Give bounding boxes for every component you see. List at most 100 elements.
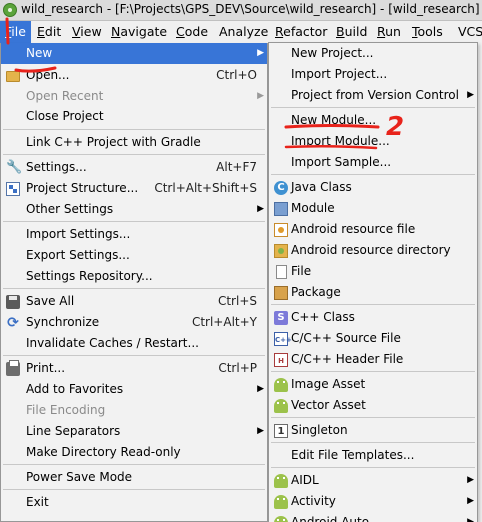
menu-separator	[3, 489, 265, 490]
submenu-arrow-icon: ▶	[467, 90, 474, 100]
file-menu-project-structure[interactable]: Project Structure... Ctrl+Alt+Shift+S	[1, 178, 267, 199]
menu-separator	[271, 442, 475, 443]
file-menu-settings-repository[interactable]: Settings Repository...	[1, 266, 267, 287]
file-menu-power-save[interactable]: Power Save Mode	[1, 467, 267, 488]
file-menu-invalidate-caches[interactable]: Invalidate Caches / Restart...	[1, 333, 267, 354]
file-menu-close-project[interactable]: Close Project	[1, 106, 267, 127]
menu-view[interactable]: View	[67, 21, 107, 43]
menu-bar: File Edit View Navigate Code Analyze Ref…	[0, 21, 482, 43]
file-menu-file-encoding[interactable]: File Encoding	[1, 400, 267, 421]
menu-tools[interactable]: Tools	[407, 21, 448, 43]
file-menu: New ▶ Open... Ctrl+O Open Recent ▶ Close…	[0, 43, 268, 522]
android-resource-file-item[interactable]: Android resource file	[269, 219, 477, 240]
menu-build[interactable]: Build	[331, 21, 372, 43]
menu-separator	[3, 288, 265, 289]
menu-run[interactable]: Run	[372, 21, 406, 43]
image-asset-item[interactable]: Image Asset	[269, 374, 477, 395]
submenu-arrow-icon: ▶	[467, 517, 474, 522]
menu-file[interactable]: File	[0, 21, 31, 43]
file-menu-add-to-favorites[interactable]: Add to Favorites ▶	[1, 379, 267, 400]
cpp-class-item[interactable]: S C++ Class	[269, 307, 477, 328]
android-resource-dir-item[interactable]: Android resource directory	[269, 240, 477, 261]
menu-separator	[271, 371, 475, 372]
android-auto-item[interactable]: Android Auto ▶	[269, 512, 477, 522]
project-structure-icon	[6, 182, 20, 196]
file-menu-other-settings[interactable]: Other Settings ▶	[1, 199, 267, 220]
module-item[interactable]: Module	[269, 198, 477, 219]
import-project-item[interactable]: Import Project...	[269, 64, 477, 85]
app-icon	[3, 3, 17, 17]
submenu-arrow-icon: ▶	[467, 475, 474, 485]
file-menu-exit[interactable]: Exit	[1, 492, 267, 513]
file-menu-make-readonly[interactable]: Make Directory Read-only	[1, 442, 267, 463]
folder-icon	[6, 71, 20, 82]
aidl-item[interactable]: AIDL ▶	[269, 470, 477, 491]
file-menu-open[interactable]: Open... Ctrl+O	[1, 65, 267, 86]
cpp-source-item[interactable]: C++ C/C++ Source File	[269, 328, 477, 349]
android-icon	[274, 399, 288, 413]
file-item[interactable]: File	[269, 261, 477, 282]
project-from-vcs-item[interactable]: Project from Version Control ▶	[269, 85, 477, 106]
android-icon	[274, 495, 288, 509]
menu-separator	[3, 355, 265, 356]
menu-separator	[3, 154, 265, 155]
cpp-header-item[interactable]: H C/C++ Header File	[269, 349, 477, 370]
singleton-icon: 1	[274, 424, 288, 438]
menu-edit[interactable]: Edit	[32, 21, 66, 43]
submenu-arrow-icon: ▶	[467, 496, 474, 506]
file-menu-open-recent[interactable]: Open Recent ▶	[1, 86, 267, 107]
edit-file-templates-item[interactable]: Edit File Templates...	[269, 445, 477, 466]
new-submenu: New Project... Import Project... Project…	[268, 42, 478, 522]
cpp-class-icon: S	[274, 311, 288, 325]
android-resource-dir-icon	[274, 244, 288, 258]
menu-separator	[271, 304, 475, 305]
vector-asset-item[interactable]: Vector Asset	[269, 395, 477, 416]
submenu-arrow-icon: ▶	[257, 48, 264, 58]
submenu-arrow-icon: ▶	[257, 426, 264, 436]
package-item[interactable]: Package	[269, 282, 477, 303]
file-menu-link-cpp[interactable]: Link C++ Project with Gradle	[1, 132, 267, 153]
module-icon	[274, 202, 288, 216]
menu-separator	[271, 174, 475, 175]
menu-vcs[interactable]: VCS	[453, 21, 482, 43]
file-menu-import-settings[interactable]: Import Settings...	[1, 224, 267, 245]
new-module-item[interactable]: New Module...	[269, 110, 477, 131]
file-menu-save-all[interactable]: Save All Ctrl+S	[1, 291, 267, 312]
file-menu-new[interactable]: New ▶	[1, 43, 267, 64]
cpp-header-icon: H	[274, 353, 288, 367]
submenu-arrow-icon: ▶	[257, 384, 264, 394]
cpp-source-icon: C++	[274, 332, 292, 346]
file-menu-settings[interactable]: 🔧 Settings... Alt+F7	[1, 157, 267, 178]
menu-separator	[3, 221, 265, 222]
menu-navigate[interactable]: Navigate	[106, 21, 172, 43]
menu-separator	[271, 467, 475, 468]
menu-separator	[271, 417, 475, 418]
java-class-icon: C	[274, 181, 288, 195]
android-icon	[274, 474, 288, 488]
file-menu-synchronize[interactable]: ⟳ Synchronize Ctrl+Alt+Y	[1, 312, 267, 333]
package-icon	[274, 286, 288, 300]
java-class-item[interactable]: C Java Class	[269, 177, 477, 198]
menu-separator	[271, 107, 475, 108]
sync-icon: ⟳	[7, 315, 19, 331]
new-project-item[interactable]: New Project...	[269, 43, 477, 64]
submenu-arrow-icon: ▶	[257, 204, 264, 214]
android-resource-file-icon	[274, 223, 288, 237]
android-icon	[274, 378, 288, 392]
file-menu-export-settings[interactable]: Export Settings...	[1, 245, 267, 266]
singleton-item[interactable]: 1 Singleton	[269, 420, 477, 441]
title-bar: wild_research - [F:\Projects\GPS_DEV\Sou…	[0, 0, 482, 21]
file-menu-print[interactable]: Print... Ctrl+P	[1, 358, 267, 379]
menu-separator	[3, 464, 265, 465]
menu-code[interactable]: Code	[171, 21, 213, 43]
file-icon	[276, 265, 287, 279]
file-menu-line-separators[interactable]: Line Separators ▶	[1, 421, 267, 442]
menu-analyze[interactable]: Analyze	[214, 21, 273, 43]
print-icon	[6, 360, 20, 376]
submenu-arrow-icon: ▶	[257, 91, 264, 101]
import-module-item[interactable]: Import Module...	[269, 131, 477, 152]
import-sample-item[interactable]: Import Sample...	[269, 152, 477, 173]
activity-item[interactable]: Activity ▶	[269, 491, 477, 512]
gear-icon: 🔧	[6, 160, 23, 175]
menu-refactor[interactable]: Refactor	[270, 21, 332, 43]
